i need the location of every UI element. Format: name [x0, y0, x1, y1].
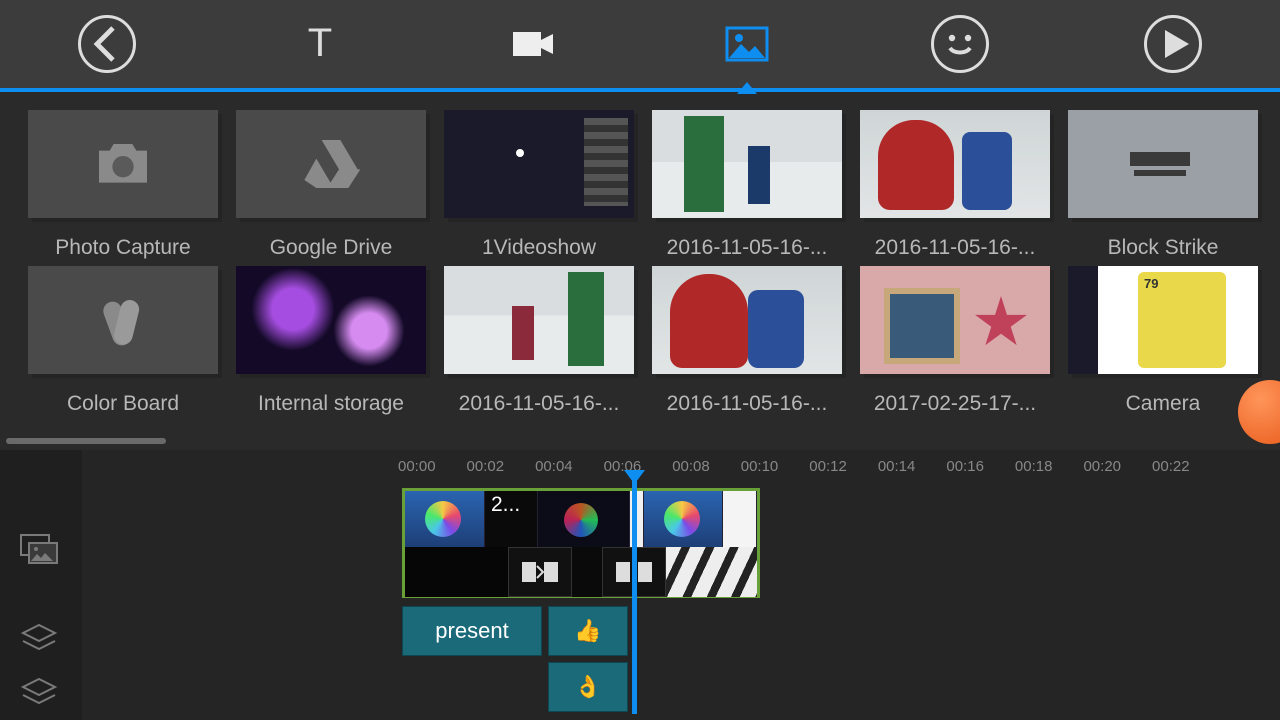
- media-track-button[interactable]: [16, 528, 62, 566]
- overlay-track[interactable]: present 👍: [402, 606, 628, 656]
- timeline[interactable]: 00:00 00:02 00:04 00:06 00:08 00:10 00:1…: [0, 450, 1280, 720]
- clip[interactable]: [644, 491, 724, 547]
- camera-icon: [28, 110, 218, 218]
- clip[interactable]: [723, 491, 757, 547]
- sticker-clip-hand[interactable]: 👌: [548, 662, 628, 712]
- thumbnail: [652, 110, 842, 218]
- gallery-label: Internal storage: [258, 392, 404, 416]
- sticker-clip-thumbs-up[interactable]: 👍: [548, 606, 628, 656]
- time-tick: 00:16: [946, 458, 984, 482]
- time-tick: 00:04: [535, 458, 573, 482]
- hand-icon: 👌: [574, 674, 601, 700]
- active-tab-indicator: [737, 82, 757, 94]
- clip[interactable]: [538, 491, 629, 547]
- overlay-track-2[interactable]: 👌: [548, 662, 628, 712]
- gallery-item[interactable]: 2016-11-05-16-...: [860, 110, 1050, 260]
- gallery-label: Photo Capture: [55, 236, 190, 260]
- svg-text:T: T: [308, 21, 332, 65]
- gallery-item-google-drive[interactable]: Google Drive: [236, 110, 426, 260]
- clip[interactable]: [572, 547, 602, 597]
- thumbs-up-icon: 👍: [574, 618, 601, 644]
- emoji-tab[interactable]: [928, 12, 992, 76]
- clip-label: 2...: [491, 493, 520, 517]
- drive-icon: [236, 110, 426, 218]
- track-rail: [0, 450, 82, 720]
- gallery-label: 2016-11-05-16-...: [459, 392, 620, 416]
- gallery-item[interactable]: 2017-02-25-17-...: [860, 266, 1050, 416]
- gallery-item-photo-capture[interactable]: Photo Capture: [28, 110, 218, 260]
- time-tick: 00:20: [1083, 458, 1121, 482]
- text-overlay-clip[interactable]: present: [402, 606, 542, 656]
- gallery-item[interactable]: 1Videoshow: [444, 110, 634, 260]
- gallery-label: Block Strike: [1108, 236, 1219, 260]
- time-tick: 00:10: [741, 458, 779, 482]
- time-tick: 00:00: [398, 458, 436, 482]
- time-tick: 00:22: [1152, 458, 1190, 482]
- scroll-indicator: [6, 438, 166, 444]
- gallery-row: Photo Capture Google Drive 1Videoshow 20…: [28, 110, 1274, 260]
- gallery-item[interactable]: Block Strike: [1068, 110, 1258, 260]
- gallery-label: Google Drive: [270, 236, 393, 260]
- thumbnail: [860, 110, 1050, 218]
- gallery-label: 1Videoshow: [482, 236, 596, 260]
- play-button[interactable]: [1141, 12, 1205, 76]
- gallery-row: Color Board Internal storage 2016-11-05-…: [28, 266, 1274, 416]
- overlay-label: present: [435, 618, 508, 644]
- back-button[interactable]: [75, 12, 139, 76]
- gallery-item[interactable]: Camera: [1068, 266, 1258, 416]
- gallery-item[interactable]: 2016-11-05-16-...: [652, 266, 842, 416]
- time-tick: 00:02: [467, 458, 505, 482]
- time-tick: 00:18: [1015, 458, 1053, 482]
- gallery-label: 2017-02-25-17-...: [874, 392, 1036, 416]
- playhead[interactable]: [632, 476, 637, 714]
- clip[interactable]: [405, 491, 485, 547]
- media-gallery: Photo Capture Google Drive 1Videoshow 20…: [0, 92, 1280, 444]
- top-toolbar: T: [0, 0, 1280, 92]
- layer-track-button[interactable]: [16, 618, 62, 656]
- gallery-label: 2016-11-05-16-...: [875, 236, 1036, 260]
- clip[interactable]: [405, 547, 508, 597]
- time-tick: 00:14: [878, 458, 916, 482]
- gallery-label: 2016-11-05-16-...: [667, 392, 828, 416]
- image-tab[interactable]: [715, 12, 779, 76]
- thumbnail: [860, 266, 1050, 374]
- thumbnail: [1068, 110, 1258, 218]
- layer-track-button-2[interactable]: [16, 672, 62, 710]
- transition-icon[interactable]: [508, 547, 572, 597]
- video-tab[interactable]: [501, 12, 565, 76]
- thumbnail: [1068, 266, 1258, 374]
- thumbnail: [444, 266, 634, 374]
- thumbnail: [444, 110, 634, 218]
- clip[interactable]: [666, 547, 757, 597]
- video-track[interactable]: 2...: [402, 488, 760, 598]
- thumbnail: [652, 266, 842, 374]
- gallery-item[interactable]: 2016-11-05-16-...: [652, 110, 842, 260]
- gallery-label: Camera: [1126, 392, 1201, 416]
- clip-row: [405, 547, 757, 597]
- swatch-icon: [28, 266, 218, 374]
- time-tick: 00:12: [809, 458, 847, 482]
- gallery-label: 2016-11-05-16-...: [667, 236, 828, 260]
- time-tick: 00:08: [672, 458, 710, 482]
- thumbnail: [236, 266, 426, 374]
- gallery-label: Color Board: [67, 392, 179, 416]
- gallery-item-color-board[interactable]: Color Board: [28, 266, 218, 416]
- text-tab[interactable]: T: [288, 12, 352, 76]
- gallery-item[interactable]: 2016-11-05-16-...: [444, 266, 634, 416]
- gallery-item[interactable]: Internal storage: [236, 266, 426, 416]
- time-ruler[interactable]: 00:00 00:02 00:04 00:06 00:08 00:10 00:1…: [398, 458, 1270, 482]
